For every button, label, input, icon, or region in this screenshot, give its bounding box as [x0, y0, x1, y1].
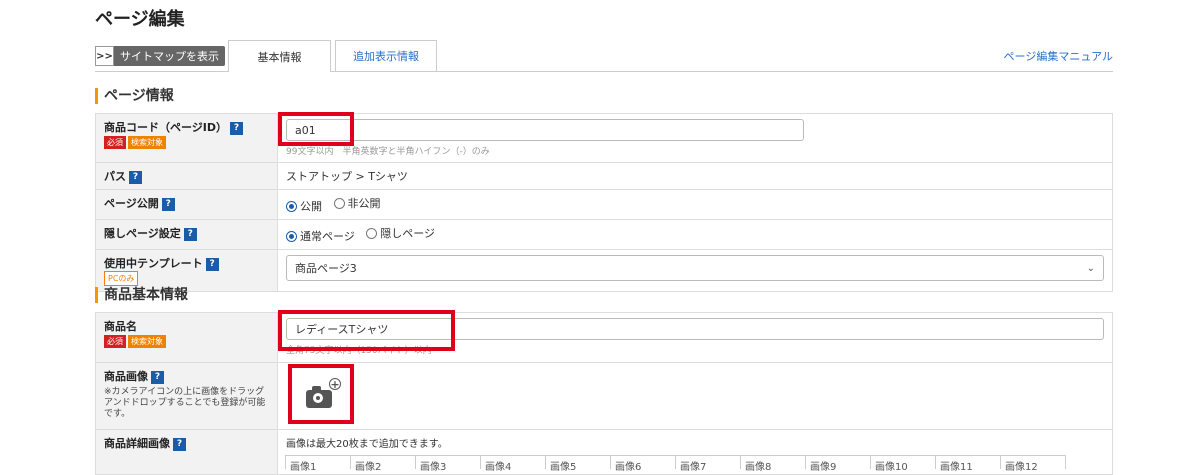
publish-label: ページ公開 [104, 197, 159, 210]
table-row: 使用中テンプレート? PCのみ 商品ページ3 ⌄ [95, 249, 1113, 292]
highlight-box-camera [288, 364, 354, 424]
product-code-value-cell: a01 99文字以内 半角英数字と半角ハイフン（-）のみ [277, 113, 1113, 163]
help-icon[interactable]: ? [230, 121, 244, 135]
sitemap-label: サイトマップを表示 [114, 46, 225, 66]
product-code-input[interactable]: a01 [286, 119, 804, 141]
product-code-label-cell: 商品コード（ページID）? 必須 検索対象 [95, 113, 278, 163]
template-selected-value: 商品ページ3 [295, 262, 357, 275]
sitemap-toggle-button[interactable]: >> サイトマップを表示 [95, 45, 225, 67]
table-row: 商品名 必須 検索対象 レディースTシャツ 全角75文字以内（150バイト）以内 [95, 312, 1113, 363]
radio-normal-page[interactable]: 通常ページ [286, 228, 355, 244]
image-slot[interactable]: 画像6 [610, 455, 676, 473]
table-row: パス? ストアトップ > Tシャツ [95, 162, 1113, 190]
image-slot[interactable]: 画像12 [1000, 455, 1066, 473]
image-slot[interactable]: 画像7 [675, 455, 741, 473]
radio-unchecked-icon [366, 227, 378, 239]
highlight-box-product-code [278, 112, 354, 146]
product-image-cell: + [277, 362, 1113, 430]
table-row: 商品コード（ページID）? 必須 検索対象 a01 99文字以内 半角英数字と半角… [95, 113, 1113, 163]
detail-images-cell: 画像は最大20枚まで追加できます。 画像1 画像2 画像3 画像4 画像5 画像… [277, 429, 1113, 475]
table-row: 商品詳細画像? 画像は最大20枚まで追加できます。 画像1 画像2 画像3 画像… [95, 429, 1113, 475]
image-slot[interactable]: 画像1 [285, 455, 351, 473]
help-icon[interactable]: ? [205, 257, 219, 271]
product-info-table: 商品名 必須 検索対象 レディースTシャツ 全角75文字以内（150バイト）以内 … [95, 312, 1113, 475]
chevron-down-icon: ⌄ [1086, 262, 1095, 274]
detail-images-note: 画像は最大20枚まで追加できます。 [286, 439, 448, 450]
detail-images-label: 商品詳細画像 [104, 437, 170, 450]
image-slot[interactable]: 画像4 [480, 455, 546, 473]
product-name-label-cell: 商品名 必須 検索対象 [95, 312, 278, 363]
publish-options: 公開 非公開 [277, 189, 1113, 220]
template-label-cell: 使用中テンプレート? PCのみ [95, 249, 278, 292]
image-slot[interactable]: 画像9 [805, 455, 871, 473]
radio-hidden-page[interactable]: 隠しページ [366, 225, 435, 241]
image-slot[interactable]: 画像2 [350, 455, 416, 473]
hidden-label-cell: 隠しページ設定? [95, 219, 278, 250]
search-target-badge: 検索対象 [128, 335, 166, 348]
publish-label-cell: ページ公開? [95, 189, 278, 220]
product-name-label: 商品名 [104, 320, 137, 333]
radio-label: 公開 [300, 200, 322, 213]
hidden-options: 通常ページ 隠しページ [277, 219, 1113, 250]
tab-extra-info[interactable]: 追加表示情報 [335, 40, 437, 71]
template-select[interactable]: 商品ページ3 ⌄ [286, 255, 1104, 281]
table-row: 商品画像? ※カメラアイコンの上に画像をドラッグアンドドロップすることでも登録が… [95, 362, 1113, 430]
image-slot[interactable]: 画像8 [740, 455, 806, 473]
template-value-cell: 商品ページ3 ⌄ [277, 249, 1113, 292]
section-heading-page-info: ページ情報 [95, 88, 174, 104]
template-label: 使用中テンプレート [104, 257, 203, 270]
required-badge: 必須 [104, 136, 126, 149]
search-target-badge: 検索対象 [128, 136, 166, 149]
image-slot[interactable]: 画像5 [545, 455, 611, 473]
detail-images-label-cell: 商品詳細画像? [95, 429, 278, 475]
path-label-cell: パス? [95, 162, 278, 190]
camera-add-icon[interactable]: + [306, 378, 1124, 408]
product-image-label: 商品画像 [104, 370, 148, 383]
manual-link[interactable]: ページ編集マニュアル [1004, 48, 1113, 64]
radio-label: 非公開 [347, 197, 381, 210]
tab-bar: >> サイトマップを表示 基本情報 追加表示情報 ページ編集マニュアル [95, 40, 1113, 72]
path-value: ストアトップ > Tシャツ [277, 162, 1113, 190]
radio-unchecked-icon [333, 197, 345, 209]
hidden-label: 隠しページ設定 [104, 227, 181, 240]
radio-checked-icon [286, 230, 297, 242]
radio-label: 通常ページ [300, 230, 355, 243]
expand-arrow-icon: >> [95, 46, 114, 66]
product-image-note: ※カメラアイコンの上に画像をドラッグアンドドロップすることでも登録が可能です。 [104, 387, 266, 419]
radio-publish[interactable]: 公開 [286, 198, 322, 214]
highlight-box-product-name [278, 310, 455, 351]
section-heading-product-info: 商品基本情報 [95, 287, 188, 303]
pc-only-badge: PCのみ [104, 271, 139, 286]
image-slot[interactable]: 画像10 [870, 455, 936, 473]
image-slot[interactable]: 画像3 [415, 455, 481, 473]
radio-checked-icon [286, 200, 297, 212]
help-icon[interactable]: ? [183, 227, 197, 241]
help-icon[interactable]: ? [161, 197, 175, 211]
page-info-table: 商品コード（ページID）? 必須 検索対象 a01 99文字以内 半角英数字と半角… [95, 113, 1113, 292]
path-label: パス [104, 170, 126, 183]
help-icon[interactable]: ? [129, 170, 142, 184]
image-slot[interactable]: 画像11 [935, 455, 1001, 473]
detail-image-slots: 画像1 画像2 画像3 画像4 画像5 画像6 画像7 画像8 画像9 画像10… [285, 455, 1104, 473]
product-code-label: 商品コード（ページID） [104, 121, 228, 134]
radio-label: 隠しページ [380, 227, 436, 240]
required-badge: 必須 [104, 335, 126, 348]
table-row: 隠しページ設定? 通常ページ 隠しページ [95, 219, 1113, 250]
product-code-hint: 99文字以内 半角英数字と半角ハイフン（-）のみ [286, 147, 490, 157]
product-image-label-cell: 商品画像? ※カメラアイコンの上に画像をドラッグアンドドロップすることでも登録が… [95, 362, 278, 430]
radio-unpublish[interactable]: 非公開 [333, 195, 381, 211]
tab-basic-info[interactable]: 基本情報 [228, 40, 331, 72]
help-icon[interactable]: ? [173, 437, 186, 451]
help-icon[interactable]: ? [151, 370, 164, 384]
table-row: ページ公開? 公開 非公開 [95, 189, 1113, 220]
page-title: ページ編集 [95, 9, 185, 30]
